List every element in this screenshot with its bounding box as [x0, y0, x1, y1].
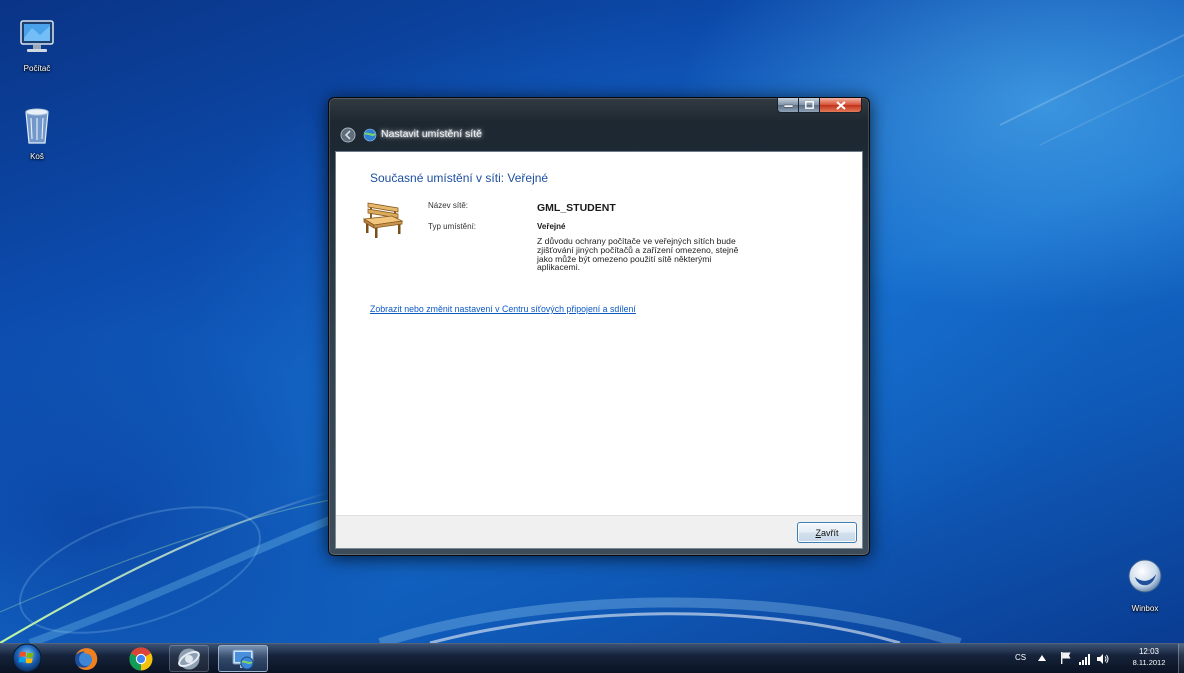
- close-window-button[interactable]: [820, 98, 862, 113]
- maximize-icon: [804, 101, 814, 109]
- windows-start-icon: [12, 643, 42, 673]
- winbox-icon: [1118, 558, 1172, 598]
- taskbar-item-network-location[interactable]: [218, 645, 268, 672]
- desktop-icon-label: Koš: [30, 152, 44, 161]
- park-bench-icon: [362, 199, 404, 239]
- recycle-bin-icon: [10, 106, 64, 146]
- clock-date: 8.11.2012: [1132, 658, 1166, 667]
- taskbar-item-firefox[interactable]: [66, 645, 106, 672]
- taskbar-item-app[interactable]: [169, 645, 209, 672]
- minimize-icon: [783, 104, 793, 108]
- dialog-heading: Současné umístění v síti: Veřejné: [370, 171, 549, 185]
- location-description: Z důvodu ochrany počítače ve veřejných s…: [537, 237, 738, 272]
- app-icon: [178, 648, 200, 669]
- clock-time: 12:03: [1138, 647, 1160, 656]
- action-center-button[interactable]: [1060, 651, 1072, 665]
- taskbar: CS 12:03 8.11.2012: [0, 643, 1184, 673]
- network-name-value: GML_STUDENT: [537, 202, 616, 214]
- network-icon: [363, 128, 377, 142]
- start-button[interactable]: [12, 643, 42, 673]
- back-arrow-icon: [340, 127, 356, 143]
- close-dialog-button-label: Zavřít: [815, 527, 839, 538]
- desktop-icon-computer[interactable]: Počítač: [10, 18, 64, 74]
- desktop-icon-winbox[interactable]: Winbox: [1118, 558, 1172, 614]
- network-location-icon: [232, 649, 254, 669]
- clock[interactable]: 12:03 8.11.2012: [1122, 646, 1176, 668]
- back-button[interactable]: [340, 127, 356, 143]
- desktop-icon-label: Počítač: [23, 64, 51, 73]
- language-indicator[interactable]: CS: [1015, 653, 1026, 663]
- close-icon: [835, 100, 846, 110]
- network-signal-icon: [1079, 654, 1090, 665]
- caption-buttons: [777, 98, 862, 113]
- close-dialog-button[interactable]: Zavřít: [797, 522, 857, 543]
- minimize-button[interactable]: [777, 98, 799, 113]
- volume-button[interactable]: [1096, 653, 1110, 665]
- network-status-button[interactable]: [1078, 653, 1092, 665]
- dialog-footer: Zavřít: [336, 515, 862, 548]
- description-line: aplikacemi.: [537, 262, 580, 273]
- taskbar-item-chrome[interactable]: [121, 645, 161, 672]
- show-hidden-icons-icon: [1038, 655, 1046, 661]
- desktop-icon-recycle-bin[interactable]: Koš: [10, 106, 64, 162]
- maximize-button[interactable]: [799, 98, 820, 113]
- volume-icon: [1097, 654, 1109, 664]
- desktop-icon-label: Winbox: [1131, 604, 1159, 613]
- network-sharing-center-link[interactable]: Zobrazit nebo změnit nastavení v Centru …: [370, 304, 636, 314]
- desktop: Počítač Koš Winbox Nastavit umístění sít…: [0, 0, 1184, 643]
- firefox-icon: [75, 647, 98, 670]
- dialog-content: Současné umístění v síti: Veřejné Název …: [336, 152, 862, 548]
- location-type-value: Veřejné: [537, 222, 566, 231]
- show-hidden-icons-button[interactable]: [1038, 655, 1046, 661]
- location-type-label: Typ umístění:: [428, 222, 477, 231]
- computer-icon: [10, 18, 64, 58]
- network-name-label: Název sítě:: [428, 201, 469, 210]
- network-location-dialog: Nastavit umístění sítě Současné umístění…: [328, 97, 870, 556]
- dialog-title: Nastavit umístění sítě: [381, 128, 482, 140]
- action-center-flag-icon: [1061, 652, 1071, 664]
- show-desktop-button[interactable]: [1178, 644, 1184, 673]
- chrome-icon: [129, 646, 153, 670]
